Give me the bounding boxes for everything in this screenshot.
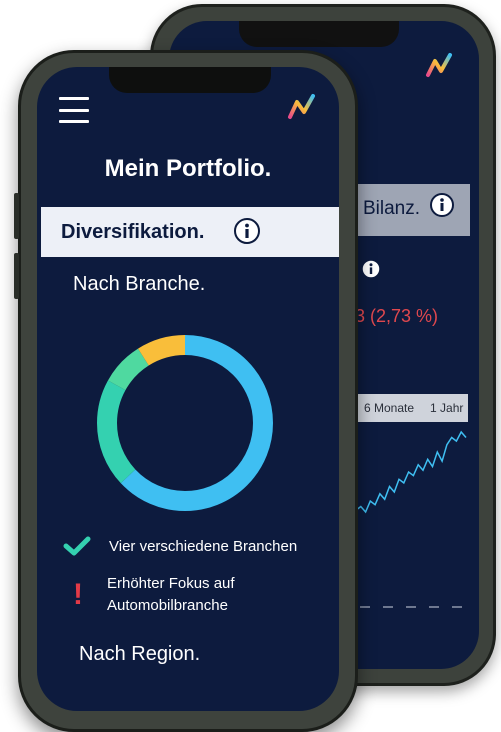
menu-icon[interactable] bbox=[59, 97, 89, 123]
info-icon[interactable] bbox=[233, 217, 261, 245]
info-icon[interactable] bbox=[429, 192, 455, 218]
front-phone-screen: Mein Portfolio. Diversifikation. Nach Br… bbox=[37, 67, 339, 711]
warning-text-line-1: Erhöhter Fokus auf bbox=[107, 575, 235, 592]
chart-price-line bbox=[355, 430, 467, 514]
diversification-positive-item: Vier verschiedene Branchen bbox=[63, 535, 297, 557]
sub-heading-branche: Nach Branche. bbox=[73, 273, 206, 295]
info-icon[interactable] bbox=[360, 258, 382, 280]
section-diversifikation[interactable]: Diversifikation. bbox=[41, 207, 339, 257]
back-change-value: 3 (2,73 %) bbox=[355, 306, 439, 326]
chart-x-axis bbox=[354, 606, 468, 612]
app-logo-icon bbox=[288, 94, 315, 119]
checkmark-icon bbox=[63, 536, 91, 556]
time-range-selector: 6 Monate 1 Jahr bbox=[354, 394, 468, 422]
front-phone-frame: Mein Portfolio. Diversifikation. Nach Br… bbox=[14, 50, 358, 732]
phone-notch bbox=[109, 67, 271, 93]
exclamation-icon: ! bbox=[73, 578, 83, 611]
app-logo-icon bbox=[426, 53, 452, 77]
range-option-1-jahr[interactable]: 1 Jahr bbox=[430, 401, 463, 415]
section-label: Diversifikation. bbox=[61, 220, 205, 243]
range-option-6-monate[interactable]: 6 Monate bbox=[364, 401, 414, 415]
page-title: Mein Portfolio. bbox=[104, 155, 272, 182]
diversification-warning-item: ! Erhöhter Fokus auf Automobilbranche bbox=[71, 573, 235, 617]
side-button bbox=[14, 193, 19, 239]
warning-text-line-2: Automobilbranche bbox=[107, 597, 228, 614]
warning-text: Erhöhter Fokus auf Automobilbranche bbox=[107, 573, 235, 617]
price-line-chart bbox=[355, 430, 467, 514]
check-text: Vier verschiedene Branchen bbox=[109, 537, 298, 555]
back-section-label: Bilanz. bbox=[363, 198, 421, 219]
sub-heading-region: Nach Region. bbox=[79, 643, 201, 665]
industry-donut-chart bbox=[97, 335, 273, 511]
phone-notch bbox=[239, 21, 399, 47]
side-button bbox=[14, 253, 19, 299]
